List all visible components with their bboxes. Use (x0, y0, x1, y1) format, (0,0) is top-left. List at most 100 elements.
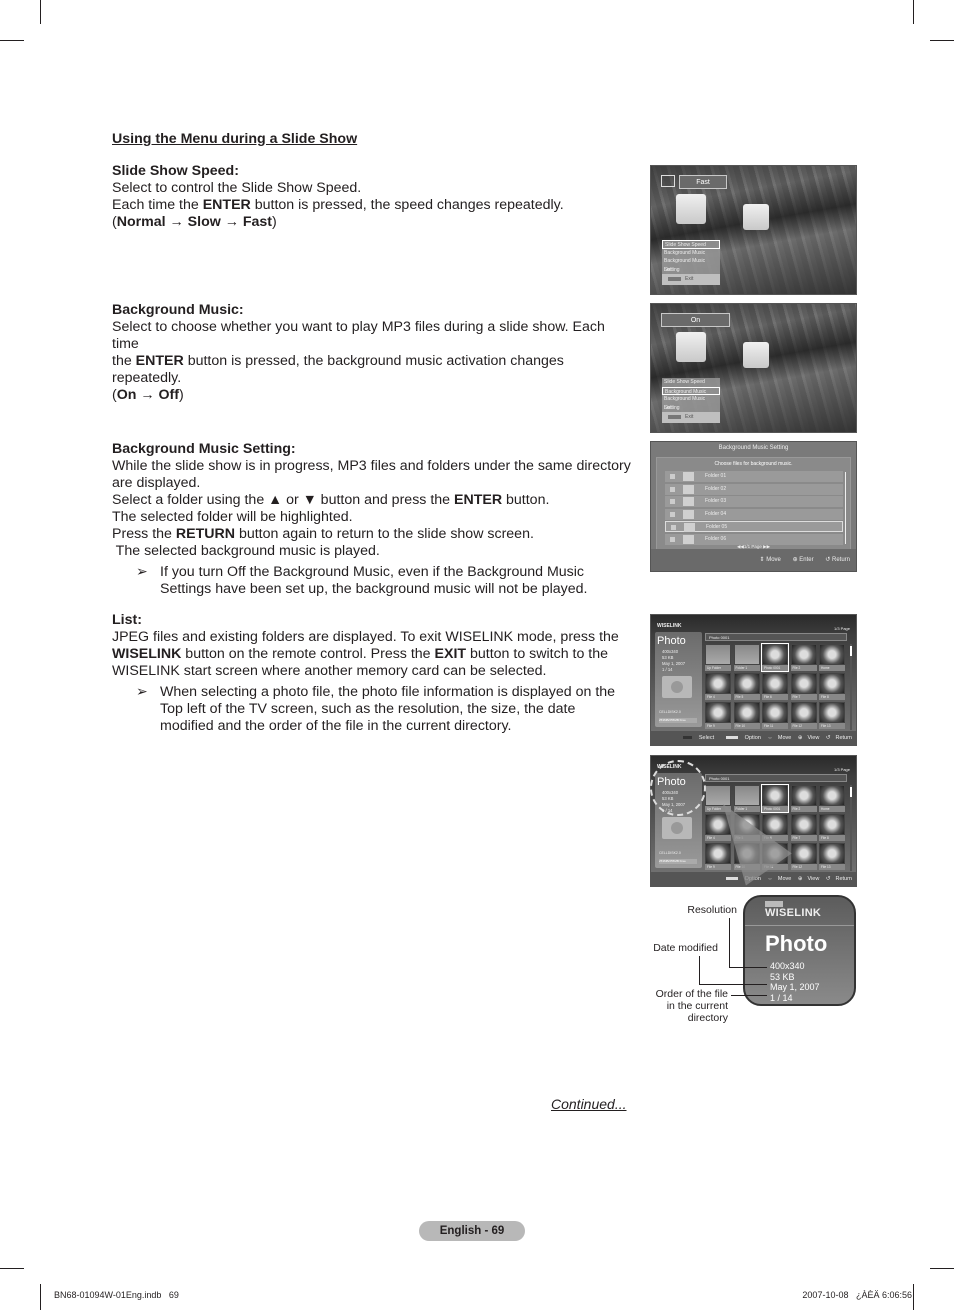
move-hint: ⇔ Move (767, 876, 792, 882)
photo-image (820, 815, 844, 834)
background-music-setting-section: Background Music Setting: While the slid… (112, 441, 632, 598)
background-music-setting-screen: Background Music Setting Choose files fo… (650, 441, 857, 572)
background-music-setting-heading: Background Music Setting: (112, 441, 296, 457)
photo-thumbnail[interactable]: File 7 (790, 673, 817, 700)
photo-thumbnail[interactable]: File 12 (790, 843, 817, 870)
folder-thumbnail[interactable]: Folder 1 (733, 644, 760, 671)
folder-row[interactable]: Folder 02 (665, 483, 843, 495)
exit-button[interactable]: Exit (662, 274, 720, 285)
folder-row[interactable]: Folder 04 (665, 508, 843, 520)
wiselink-photo-screen: WISELINK 1/3 Page Photo 400x340 53 KB Ma… (650, 614, 857, 746)
thumbnail-caption: Photo 0001 (762, 665, 788, 671)
scrollbar[interactable] (850, 644, 852, 730)
folder-icon (683, 472, 694, 481)
photo-thumbnail[interactable]: File 4 (705, 673, 731, 700)
storage-bar: 253MB/255MB Free (659, 859, 697, 864)
body-text: button on the remote control. Press the (181, 646, 435, 662)
thumbnail-caption: File 12 (790, 723, 817, 729)
select-hint: Select (678, 735, 714, 741)
photo-thumbnail[interactable]: Home (819, 785, 845, 812)
photo-image (706, 674, 730, 693)
wiselink-logo: WISELINK (657, 623, 682, 629)
crop-mark (0, 1268, 24, 1269)
paren: ) (272, 214, 277, 230)
scrollbar[interactable] (850, 785, 852, 871)
checkbox-icon[interactable] (670, 536, 675, 542)
menu-item-background-music-setting[interactable]: Background Music Setting (662, 395, 720, 411)
menu-item-list[interactable]: List (662, 266, 720, 275)
current-path: Photo 0001 (705, 774, 847, 782)
hint-label: Select (698, 735, 715, 741)
slide-show-speed-heading: Slide Show Speed: (112, 163, 239, 179)
continued-label: Continued... (551, 1096, 627, 1112)
file-info: 400x340 53 KB May 1, 2007 1 / 14 (770, 961, 820, 1003)
menu-item-slide-show-speed[interactable]: Slide Show Speed (662, 240, 720, 249)
crop-mark (40, 1284, 41, 1310)
exit-label: Exit (685, 276, 694, 282)
page-nav[interactable]: 1/3 Page (834, 626, 850, 631)
folder-row[interactable]: Folder 01 (665, 471, 843, 482)
scrollbar[interactable] (844, 472, 846, 544)
menu-item-background-music[interactable]: Background Music (662, 386, 720, 395)
menu-item-slide-show-speed[interactable]: Slide Show Speed (662, 378, 720, 387)
photo-thumbnail[interactable]: File 2 (790, 785, 817, 812)
crop-mark (0, 40, 24, 41)
thumbnail-caption: File 5 (733, 694, 760, 700)
thumbnail-grid: Up Folder Folder 1 Photo 0001 File 2 Home Fil… (705, 643, 847, 730)
photo-image (763, 645, 787, 664)
checkbox-icon[interactable] (670, 499, 675, 504)
checkbox-icon[interactable] (670, 511, 675, 517)
menu-item-list[interactable]: List (662, 404, 720, 413)
folder-thumbnail[interactable]: Up Folder (705, 644, 731, 671)
photo-thumbnail[interactable]: File 6 (762, 673, 788, 700)
menu-item-background-music-setting[interactable]: Background Music Setting (662, 257, 720, 273)
photo-thumbnail[interactable]: File 5 (733, 673, 760, 700)
background-music-heading: Background Music: (112, 302, 244, 318)
print-file-name: BN68-01094W-01Eng.indb 69 (54, 1290, 179, 1300)
photo-thumbnail[interactable]: File 9 (705, 702, 731, 729)
note-text: If you turn Off the Background Music, ev… (160, 564, 588, 597)
photo-thumbnail[interactable]: Photo 0001 (761, 784, 789, 813)
wiselink-keyword: WISELINK (112, 646, 182, 662)
folder-row[interactable]: Folder 06 (665, 533, 843, 545)
photo-thumbnail[interactable]: File 13 (819, 843, 845, 870)
hint-label: Return (835, 735, 852, 741)
resolution-callout: Resolution (687, 904, 737, 916)
photo-thumbnail[interactable]: File 13 (819, 702, 845, 729)
menu-item-background-music[interactable]: Background Music (662, 249, 720, 258)
photo-thumbnail[interactable]: File 2 (790, 644, 817, 671)
hint-label: Return (835, 876, 852, 882)
enter-hint: ⊕ Enter (792, 557, 814, 563)
photo-thumbnail[interactable]: File 7 (790, 814, 817, 841)
body-text: Select to choose whether you want to pla… (112, 319, 605, 352)
thumbnail-caption: File 7 (790, 835, 817, 841)
folder-row-highlighted[interactable]: Folder 05 (665, 521, 843, 532)
photo-thumbnail[interactable]: Photo 0001 (761, 643, 789, 672)
screen-subtitle: Choose files for background music. (714, 461, 793, 467)
waterfall-image (743, 342, 769, 368)
checkbox-icon[interactable] (671, 525, 676, 530)
photo-thumbnail[interactable]: File 11 (762, 702, 788, 729)
page-nav[interactable]: 1/3 Page (834, 767, 850, 772)
photo-image (763, 674, 787, 693)
folder-row[interactable]: Folder 03 (665, 496, 843, 507)
crop-mark (913, 1284, 914, 1310)
photo-thumbnail[interactable]: File 10 (733, 702, 760, 729)
crop-mark (930, 40, 954, 41)
exit-button[interactable]: Exit (662, 412, 720, 423)
photo-image (791, 815, 816, 834)
file-size: 53 KB (770, 971, 795, 982)
checkbox-icon[interactable] (670, 474, 675, 479)
photo-thumbnail[interactable]: File 12 (790, 702, 817, 729)
photo-thumbnail[interactable]: File 8 (819, 814, 845, 841)
order-callout-line: Order of the file (655, 988, 728, 1000)
order-callout-line: directory (687, 1012, 728, 1024)
photo-image (791, 844, 816, 863)
photo-thumbnail[interactable]: File 8 (819, 673, 845, 700)
thumbnail-caption: File 4 (705, 694, 731, 700)
list-section: List: JPEG files and existing folders ar… (112, 612, 632, 735)
crop-mark (930, 1268, 954, 1269)
checkbox-icon[interactable] (670, 486, 675, 492)
photo-thumbnail[interactable]: Home (819, 644, 845, 671)
paren: ) (179, 387, 184, 403)
